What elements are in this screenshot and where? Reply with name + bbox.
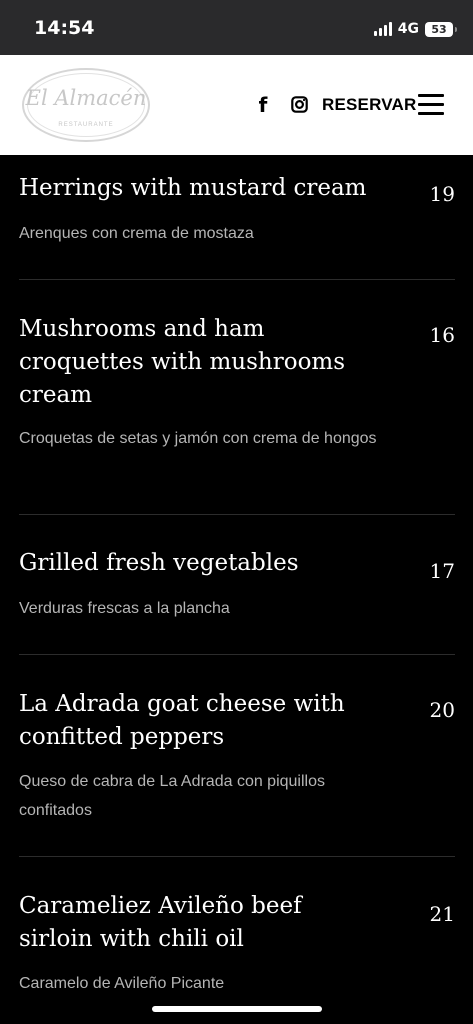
dish-price: 19 <box>429 182 455 206</box>
dish-description: Caramelo de Avileño Picante <box>19 975 225 992</box>
status-indicators: 4G 53 <box>373 19 457 39</box>
dish-name: Herrings with mustard cream <box>19 175 367 201</box>
dish-price: 17 <box>429 559 455 583</box>
dish-price: 16 <box>429 323 455 347</box>
divider <box>19 279 455 280</box>
dish-name: Grilled fresh vegetables <box>19 550 299 576</box>
instagram-icon[interactable] <box>291 96 308 113</box>
dish-price: 21 <box>429 902 455 926</box>
dish-description: Arenques con crema de mostaza <box>19 225 254 242</box>
hamburger-menu-icon[interactable] <box>418 94 444 116</box>
dish-description: Croquetas de setas y jamón con crema de … <box>19 430 377 447</box>
divider <box>19 514 455 515</box>
dish-name: Carameliez Avileño beef sirloin with chi… <box>19 893 302 952</box>
logo-subtitle: RESTAURANTE <box>58 122 114 128</box>
dish-name: Mushrooms and ham croquettes with mushro… <box>19 316 346 408</box>
dish-price: 20 <box>429 698 455 722</box>
home-indicator[interactable] <box>152 1006 322 1012</box>
divider <box>19 654 455 655</box>
facebook-icon[interactable]: f <box>256 93 270 117</box>
dish-description: Queso de cabra de La Adrada con piquillo… <box>19 773 325 819</box>
logo-title: El Almacén <box>25 86 147 110</box>
battery-icon: 53 <box>425 21 457 37</box>
divider <box>19 856 455 857</box>
dish-description: Verduras frescas a la plancha <box>19 600 230 617</box>
signal-icon <box>373 22 392 36</box>
network-type: 4G <box>397 21 419 37</box>
status-time: 14:54 <box>34 17 95 39</box>
status-bar: 14:54 4G 53 <box>0 0 473 55</box>
restaurant-logo[interactable]: El Almacén RESTAURANTE <box>22 68 150 142</box>
reserve-link[interactable]: RESERVAR <box>322 95 417 115</box>
site-header: El Almacén RESTAURANTE f RESERVAR <box>0 55 473 155</box>
dish-name: La Adrada goat cheese with confitted pep… <box>19 691 345 750</box>
